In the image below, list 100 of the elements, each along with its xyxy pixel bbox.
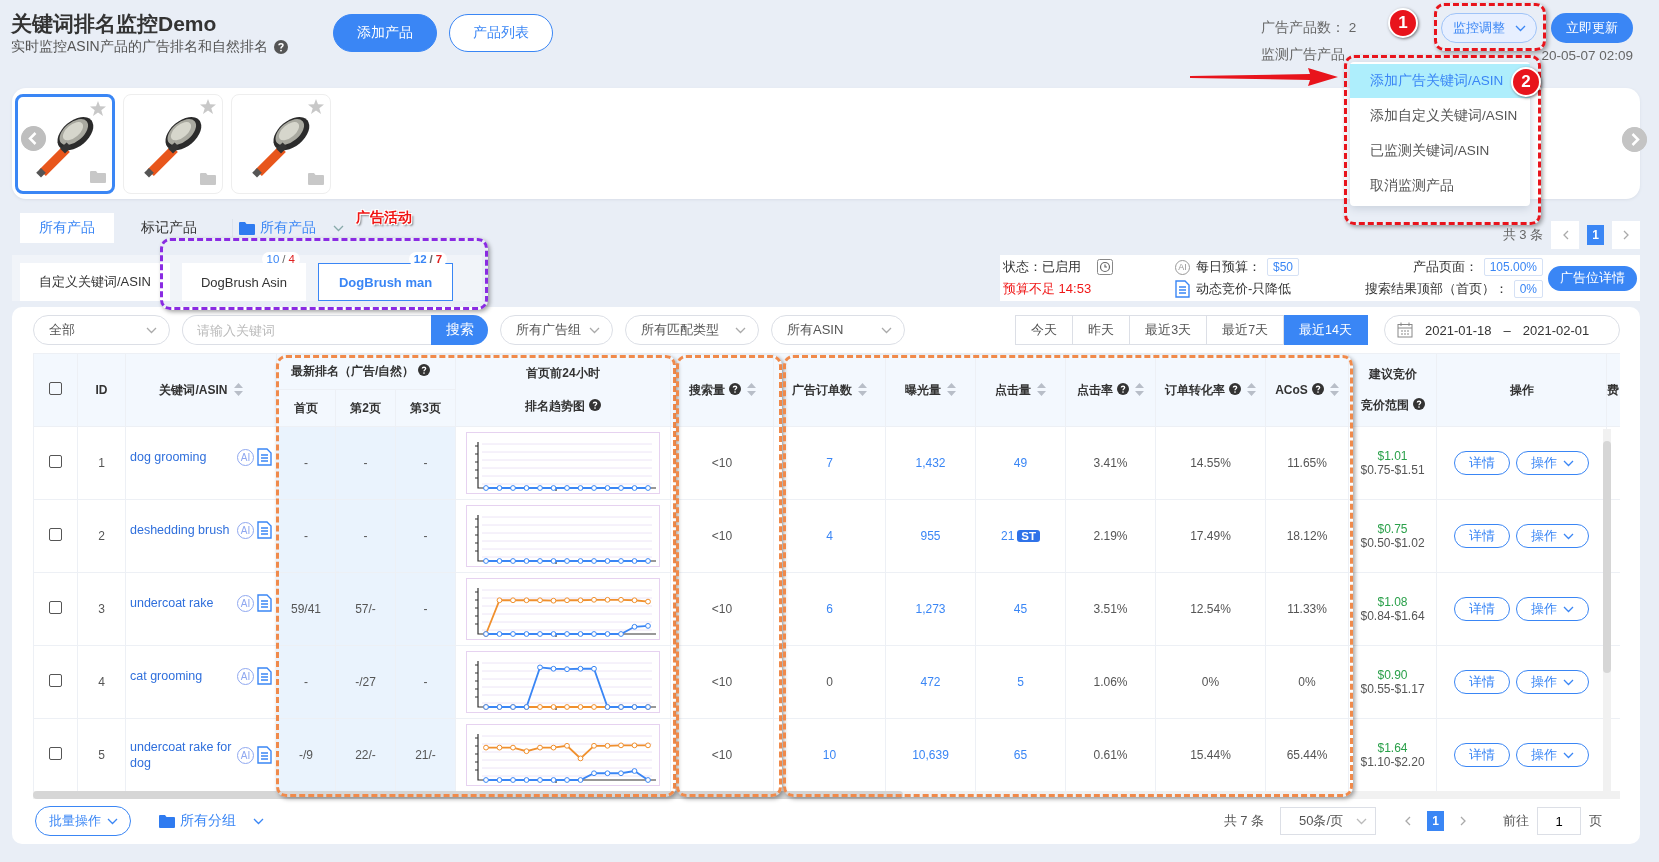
page-number[interactable]: 1 bbox=[1587, 225, 1604, 245]
row-checkbox[interactable] bbox=[49, 674, 62, 687]
next-page-button[interactable] bbox=[1612, 221, 1640, 249]
document-icon[interactable] bbox=[257, 594, 272, 612]
rank-cell: - bbox=[363, 456, 368, 470]
product-filter-tab[interactable]: 标记产品 bbox=[122, 213, 216, 243]
metric-link[interactable]: 5 bbox=[1017, 675, 1024, 689]
metric-link[interactable]: 49 bbox=[1013, 456, 1028, 470]
metric-link[interactable]: 955 bbox=[920, 529, 941, 543]
search-button[interactable]: 搜索 bbox=[431, 315, 488, 345]
metric-link[interactable]: 10,639 bbox=[912, 748, 949, 762]
campaign-tab[interactable]: DogBrush man bbox=[317, 263, 454, 301]
actions-dropdown-button[interactable]: 操作 bbox=[1516, 451, 1590, 475]
date-range-button[interactable]: 昨天 bbox=[1073, 315, 1131, 345]
sort-icon[interactable] bbox=[1037, 382, 1047, 396]
actions-dropdown-button[interactable]: 操作 bbox=[1516, 743, 1590, 767]
metric-link[interactable]: 7 bbox=[826, 456, 833, 470]
page-number[interactable]: 1 bbox=[1427, 811, 1444, 831]
document-icon[interactable] bbox=[257, 746, 272, 764]
details-button[interactable]: 详情 bbox=[1454, 597, 1511, 621]
sort-icon[interactable] bbox=[1329, 383, 1339, 396]
metric-link[interactable]: 21 bbox=[1001, 529, 1015, 543]
details-button[interactable]: 详情 bbox=[1454, 743, 1511, 767]
rank-cell: - bbox=[423, 529, 428, 543]
details-button[interactable]: 详情 bbox=[1454, 451, 1511, 475]
column-header: 点击量 bbox=[995, 382, 1032, 397]
keyword-link[interactable]: deshedding brush bbox=[130, 522, 234, 538]
product-list-button[interactable]: 产品列表 bbox=[449, 14, 553, 52]
column-header: 费 bbox=[1607, 382, 1620, 397]
previous-page-icon[interactable] bbox=[1404, 816, 1411, 826]
group-filter[interactable]: 所有产品 bbox=[232, 219, 344, 237]
keyword-search-field[interactable]: 请输入关键词 bbox=[182, 315, 431, 345]
metric-link[interactable]: 10 bbox=[822, 748, 837, 762]
actions-dropdown-button[interactable]: 操作 bbox=[1516, 524, 1590, 548]
campaign-tab[interactable]: DogBrush Asin bbox=[181, 263, 306, 301]
column-header: 订单转化率 bbox=[1165, 382, 1226, 397]
page-size-select[interactable]: 50条/页 bbox=[1280, 807, 1376, 835]
sort-icon[interactable] bbox=[1247, 382, 1257, 396]
next-arrow-icon[interactable] bbox=[1622, 127, 1647, 152]
keyword-link[interactable]: undercoat rake for dog bbox=[130, 739, 234, 771]
actions-dropdown-button[interactable]: 操作 bbox=[1516, 670, 1590, 694]
details-button[interactable]: 详情 bbox=[1454, 670, 1511, 694]
help-icon bbox=[589, 399, 602, 411]
star-icon[interactable] bbox=[308, 98, 324, 114]
product-thumbnail[interactable] bbox=[15, 93, 115, 194]
metric-link[interactable]: 6 bbox=[826, 602, 833, 616]
menu-item[interactable]: 已监测关键词/ASIN bbox=[1350, 134, 1530, 168]
actions-dropdown-button[interactable]: 操作 bbox=[1516, 597, 1590, 621]
date-range-button[interactable]: 最近14天 bbox=[1284, 315, 1368, 345]
bid-range: $1.10-$2.20 bbox=[1360, 755, 1425, 769]
document-icon[interactable] bbox=[257, 448, 272, 466]
date-range-button[interactable]: 今天 bbox=[1015, 315, 1074, 345]
metric-link[interactable]: 4 bbox=[826, 529, 833, 543]
sort-icon[interactable] bbox=[1135, 382, 1145, 396]
select-all-checkbox[interactable] bbox=[49, 382, 62, 395]
keyword-link[interactable]: undercoat rake bbox=[130, 595, 234, 611]
placement-details-button[interactable]: 广告位详情 bbox=[1548, 265, 1637, 291]
sort-icon[interactable] bbox=[233, 382, 243, 396]
add-product-button[interactable]: 添加产品 bbox=[333, 14, 437, 52]
star-icon[interactable] bbox=[200, 98, 216, 114]
count-badge: 12 / 7 bbox=[408, 252, 448, 266]
document-icon[interactable] bbox=[257, 521, 272, 539]
metric-link[interactable]: 45 bbox=[1013, 602, 1028, 616]
row-checkbox[interactable] bbox=[49, 528, 62, 541]
column-header: 关键词/ASIN bbox=[159, 382, 228, 397]
group-filter[interactable]: 所有分组 bbox=[153, 812, 264, 830]
campaign-tab[interactable]: 自定义关键词/ASIN bbox=[20, 263, 170, 301]
clock-icon[interactable] bbox=[1097, 259, 1113, 275]
sort-icon[interactable] bbox=[947, 382, 957, 396]
metric-link[interactable]: 1,432 bbox=[915, 456, 946, 470]
menu-item[interactable]: 取消监测产品 bbox=[1350, 169, 1530, 203]
date-range-button[interactable]: 最近3天 bbox=[1130, 315, 1208, 345]
horizontal-scrollbar[interactable] bbox=[33, 791, 1620, 799]
column-header: 曝光量 bbox=[905, 382, 942, 397]
column-header: 搜索量 bbox=[688, 382, 725, 397]
help-icon bbox=[1412, 398, 1425, 410]
bulk-actions-button[interactable]: 批量操作 bbox=[35, 806, 131, 836]
row-checkbox[interactable] bbox=[49, 455, 62, 468]
metric-link[interactable]: 472 bbox=[920, 675, 941, 689]
page-input[interactable]: 1 bbox=[1537, 807, 1581, 835]
update-now-button[interactable]: 立即更新 bbox=[1551, 13, 1633, 43]
star-icon[interactable] bbox=[90, 100, 106, 116]
next-page-icon[interactable] bbox=[1460, 816, 1467, 826]
menu-item[interactable]: 添加自定义关键词/ASIN bbox=[1350, 99, 1530, 133]
document-icon[interactable] bbox=[257, 667, 272, 685]
vertical-scrollbar[interactable] bbox=[1603, 429, 1611, 791]
keyword-link[interactable]: cat grooming bbox=[130, 668, 234, 684]
details-button[interactable]: 详情 bbox=[1454, 524, 1511, 548]
date-range-button[interactable]: 最近7天 bbox=[1207, 315, 1285, 345]
previous-page-button[interactable] bbox=[1551, 221, 1579, 249]
table-cell: <10 bbox=[711, 602, 733, 616]
sort-icon[interactable] bbox=[746, 382, 756, 396]
product-filter-tab[interactable]: 所有产品 bbox=[20, 213, 114, 243]
monitor-adjust-button[interactable]: 监控调整 bbox=[1441, 13, 1537, 43]
row-checkbox[interactable] bbox=[49, 747, 62, 760]
metric-link[interactable]: 65 bbox=[1013, 748, 1028, 762]
metric-link[interactable]: 1,273 bbox=[915, 602, 946, 616]
sort-icon[interactable] bbox=[858, 382, 868, 396]
keyword-link[interactable]: dog grooming bbox=[130, 449, 234, 465]
row-checkbox[interactable] bbox=[49, 601, 62, 614]
